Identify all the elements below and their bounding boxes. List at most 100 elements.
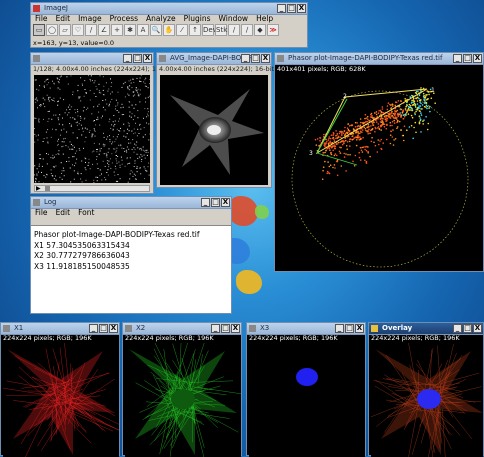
noise-pixel xyxy=(53,166,54,167)
phasor-point xyxy=(362,137,364,139)
noise-image[interactable] xyxy=(34,75,150,183)
avg-titlebar[interactable]: AVG_Image-DAPI-BODIP _ □ X xyxy=(157,53,271,65)
maximize-button[interactable]: □ xyxy=(463,324,472,333)
menu-window[interactable]: Window xyxy=(218,14,248,24)
more-tools[interactable]: ≫ xyxy=(267,24,279,36)
overlay-image[interactable] xyxy=(371,343,483,457)
slider-thumb[interactable] xyxy=(45,186,50,191)
oval-tool[interactable]: ◯ xyxy=(46,24,58,36)
close-button[interactable]: X xyxy=(355,324,364,333)
close-button[interactable]: X xyxy=(473,324,482,333)
brush-tool[interactable]: ∕ xyxy=(228,24,240,36)
minimize-button[interactable]: _ xyxy=(211,324,220,333)
maximize-button[interactable]: □ xyxy=(99,324,108,333)
maximize-button[interactable]: □ xyxy=(463,54,472,63)
freehand-tool[interactable]: ♡ xyxy=(72,24,84,36)
menu-process[interactable]: Process xyxy=(110,14,138,24)
log-menu-font[interactable]: Font xyxy=(78,208,94,218)
noise-pixel xyxy=(111,124,112,125)
text-tool[interactable]: A xyxy=(137,24,149,36)
maximize-button[interactable]: □ xyxy=(133,54,142,63)
noise-pixel xyxy=(113,148,114,149)
stack-slider[interactable]: ▶ xyxy=(34,185,150,192)
minimize-button[interactable]: _ xyxy=(123,54,132,63)
noise-pixel xyxy=(145,86,146,87)
hand-tool[interactable]: ✋ xyxy=(163,24,175,36)
rectangle-tool[interactable]: ▭ xyxy=(33,24,45,36)
noise-pixel xyxy=(39,181,40,182)
close-button[interactable]: X xyxy=(109,324,118,333)
stk-tool[interactable]: Stk xyxy=(215,24,227,36)
dev-tool[interactable]: Dev xyxy=(202,24,214,36)
noise-pixel xyxy=(89,132,90,133)
phasor-plot[interactable]: 1 2 3 xyxy=(277,75,483,271)
noise-pixel xyxy=(51,173,52,174)
pencil-tool[interactable]: ∕ xyxy=(241,24,253,36)
maximize-button[interactable]: □ xyxy=(251,54,260,63)
noise-pixel xyxy=(117,105,118,106)
angle-tool[interactable]: ∠ xyxy=(98,24,110,36)
x2-image[interactable] xyxy=(125,343,241,457)
noise-pixel xyxy=(63,129,64,130)
menu-plugins[interactable]: Plugins xyxy=(184,14,211,24)
noise-pixel xyxy=(105,109,106,110)
arrow-tool[interactable]: ↑ xyxy=(189,24,201,36)
phasor-titlebar[interactable]: Phasor plot-Image-DAPI-BODIPY-Texas red.… xyxy=(275,53,483,65)
dropper-tool[interactable]: ⁄ xyxy=(176,24,188,36)
phasor-point xyxy=(347,127,349,129)
phasor-point xyxy=(351,124,353,126)
x1-image[interactable] xyxy=(3,343,119,457)
menu-file[interactable]: File xyxy=(35,14,48,24)
minimize-button[interactable]: _ xyxy=(201,198,210,207)
minimize-button[interactable]: _ xyxy=(335,324,344,333)
menu-image[interactable]: Image xyxy=(78,14,102,24)
close-button[interactable]: X xyxy=(297,4,306,13)
minimize-button[interactable]: _ xyxy=(453,324,462,333)
play-icon[interactable]: ▶ xyxy=(36,186,41,192)
maximize-button[interactable]: □ xyxy=(345,324,354,333)
noise-pixel xyxy=(101,148,102,149)
noise-pixel xyxy=(47,79,48,80)
maximize-button[interactable]: □ xyxy=(221,324,230,333)
menu-edit[interactable]: Edit xyxy=(56,14,71,24)
log-menu-file[interactable]: File xyxy=(35,208,48,218)
noise-pixel xyxy=(61,162,62,163)
noise-pixel xyxy=(117,102,118,103)
minimize-button[interactable]: _ xyxy=(89,324,98,333)
minimize-button[interactable]: _ xyxy=(453,54,462,63)
log-menu-edit[interactable]: Edit xyxy=(56,208,71,218)
stack-titlebar[interactable]: _ □ X xyxy=(31,53,153,65)
minimize-button[interactable]: _ xyxy=(241,54,250,63)
noise-pixel xyxy=(64,175,65,176)
close-button[interactable]: X xyxy=(143,54,152,63)
avg-image[interactable] xyxy=(160,75,268,185)
noise-pixel xyxy=(77,125,78,126)
noise-pixel xyxy=(134,108,135,109)
phasor-point xyxy=(429,106,431,108)
noise-pixel xyxy=(109,119,110,120)
phasor-point xyxy=(339,133,341,135)
menu-analyze[interactable]: Analyze xyxy=(146,14,176,24)
close-button[interactable]: X xyxy=(261,54,270,63)
close-button[interactable]: X xyxy=(221,198,230,207)
maximize-button[interactable]: □ xyxy=(211,198,220,207)
noise-pixel xyxy=(137,135,138,136)
wand-tool[interactable]: ✱ xyxy=(124,24,136,36)
x3-image[interactable] xyxy=(249,343,365,457)
noise-pixel xyxy=(92,134,93,135)
noise-pixel xyxy=(117,110,118,111)
phasor-point xyxy=(341,131,343,133)
close-button[interactable]: X xyxy=(473,54,482,63)
noise-pixel xyxy=(148,163,149,164)
maximize-button[interactable]: □ xyxy=(287,4,296,13)
polygon-tool[interactable]: ▱ xyxy=(59,24,71,36)
menu-help[interactable]: Help xyxy=(256,14,273,24)
magnifier-tool[interactable]: 🔍 xyxy=(150,24,162,36)
straight-line-tool[interactable]: / xyxy=(85,24,97,36)
flood-fill-tool[interactable]: ◆ xyxy=(254,24,266,36)
log-text[interactable]: Phasor plot-Image-DAPI-BODIPY-Texas red.… xyxy=(31,225,231,313)
minimize-button[interactable]: _ xyxy=(277,4,286,13)
close-button[interactable]: X xyxy=(231,324,240,333)
point-tool[interactable]: + xyxy=(111,24,123,36)
phasor-point xyxy=(390,134,392,136)
